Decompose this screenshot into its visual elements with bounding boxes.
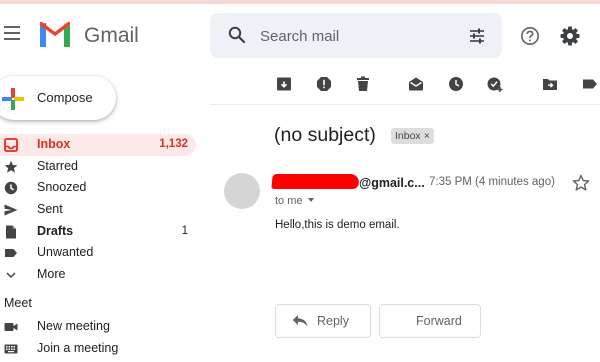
- sender-address-text: @gmail.c...: [359, 176, 425, 190]
- menu-icon[interactable]: [4, 26, 20, 40]
- report-spam-icon[interactable]: [316, 76, 332, 92]
- search-icon[interactable]: [228, 26, 246, 44]
- forward-label: Forward: [416, 314, 462, 328]
- sidebar-item-more[interactable]: More: [0, 264, 196, 286]
- labels-icon[interactable]: [582, 76, 598, 92]
- inbox-icon: [4, 138, 18, 152]
- label-chip-text: Inbox: [395, 130, 421, 142]
- sidebar-item-label: Starred: [37, 158, 78, 173]
- sidebar-item-label: More: [37, 267, 66, 282]
- plus-icon: [2, 88, 24, 110]
- sidebar-item-starred[interactable]: Starred: [0, 156, 196, 178]
- message-timestamp: 7:35 PM (4 minutes ago): [429, 176, 555, 188]
- clock-icon: [4, 182, 18, 195]
- keyboard-icon: [4, 344, 18, 354]
- recipient-details[interactable]: to me: [275, 195, 314, 207]
- forward-button[interactable]: Forward: [379, 304, 481, 338]
- message-body: Hello,this is demo email.: [275, 219, 400, 231]
- search-input[interactable]: [260, 24, 450, 48]
- help-icon[interactable]: [520, 26, 540, 46]
- video-icon: [4, 323, 18, 331]
- nav-list: Inbox 1,132 Starred Snoozed Sent Drafts …: [0, 134, 196, 286]
- add-task-icon[interactable]: [487, 76, 503, 92]
- inbox-label-chip: Inbox ×: [391, 128, 434, 144]
- meet-heading: Meet: [4, 296, 32, 310]
- chevron-down-icon: [6, 272, 16, 279]
- archive-icon[interactable]: [276, 76, 292, 92]
- message-subject: (no subject): [274, 124, 376, 146]
- reply-icon: [292, 315, 308, 327]
- sidebar-item-inbox[interactable]: Inbox 1,132: [0, 134, 196, 156]
- sidebar-item-label: Unwanted: [37, 245, 94, 260]
- gear-icon[interactable]: [559, 25, 581, 47]
- label-icon: [5, 249, 17, 258]
- compose-button[interactable]: Compose: [0, 76, 116, 120]
- redaction-mark: [271, 174, 360, 189]
- sidebar: Compose Inbox 1,132 Starred Snoozed Sent…: [0, 62, 210, 362]
- sidebar-item-label: Inbox: [37, 137, 71, 151]
- compose-label: Compose: [37, 90, 93, 105]
- sidebar-item-sent[interactable]: Sent: [0, 199, 196, 221]
- search-bar[interactable]: [210, 13, 502, 58]
- meet-item-label: New meeting: [37, 319, 110, 333]
- app-name: Gmail: [84, 24, 139, 47]
- sidebar-item-unwanted[interactable]: Unwanted: [0, 242, 196, 264]
- forward-icon: [392, 315, 408, 327]
- sidebar-item-drafts[interactable]: Drafts 1: [0, 221, 196, 243]
- draft-count: 1: [181, 224, 188, 237]
- star-message-icon[interactable]: [572, 174, 590, 192]
- reply-label: Reply: [317, 314, 349, 328]
- search-options-icon[interactable]: [468, 27, 486, 45]
- unread-count: 1,132: [159, 138, 188, 150]
- send-icon: [4, 204, 18, 216]
- header: Gmail: [0, 4, 600, 62]
- sidebar-item-label: Snoozed: [37, 180, 87, 195]
- recipient-text: to me: [275, 195, 303, 207]
- remove-label-button[interactable]: ×: [424, 130, 430, 142]
- delete-icon[interactable]: [355, 76, 371, 92]
- meet-item-label: Join a meeting: [37, 341, 119, 355]
- sender-avatar: [224, 173, 260, 209]
- sidebar-item-label: Drafts: [37, 223, 74, 238]
- move-to-icon[interactable]: [542, 76, 558, 92]
- star-icon: [4, 160, 18, 173]
- snooze-icon[interactable]: [448, 76, 464, 92]
- message-toolbar: [210, 62, 600, 105]
- gmail-logo-icon[interactable]: [38, 21, 72, 47]
- join-meeting-item[interactable]: Join a meeting: [0, 337, 196, 359]
- draft-icon: [6, 225, 16, 239]
- new-meeting-item[interactable]: New meeting: [0, 315, 196, 337]
- reply-button[interactable]: Reply: [275, 304, 371, 338]
- sidebar-item-label: Sent: [37, 202, 63, 217]
- caret-down-icon: [307, 198, 314, 202]
- sidebar-item-snoozed[interactable]: Snoozed: [0, 177, 196, 199]
- mark-unread-icon[interactable]: [408, 76, 424, 92]
